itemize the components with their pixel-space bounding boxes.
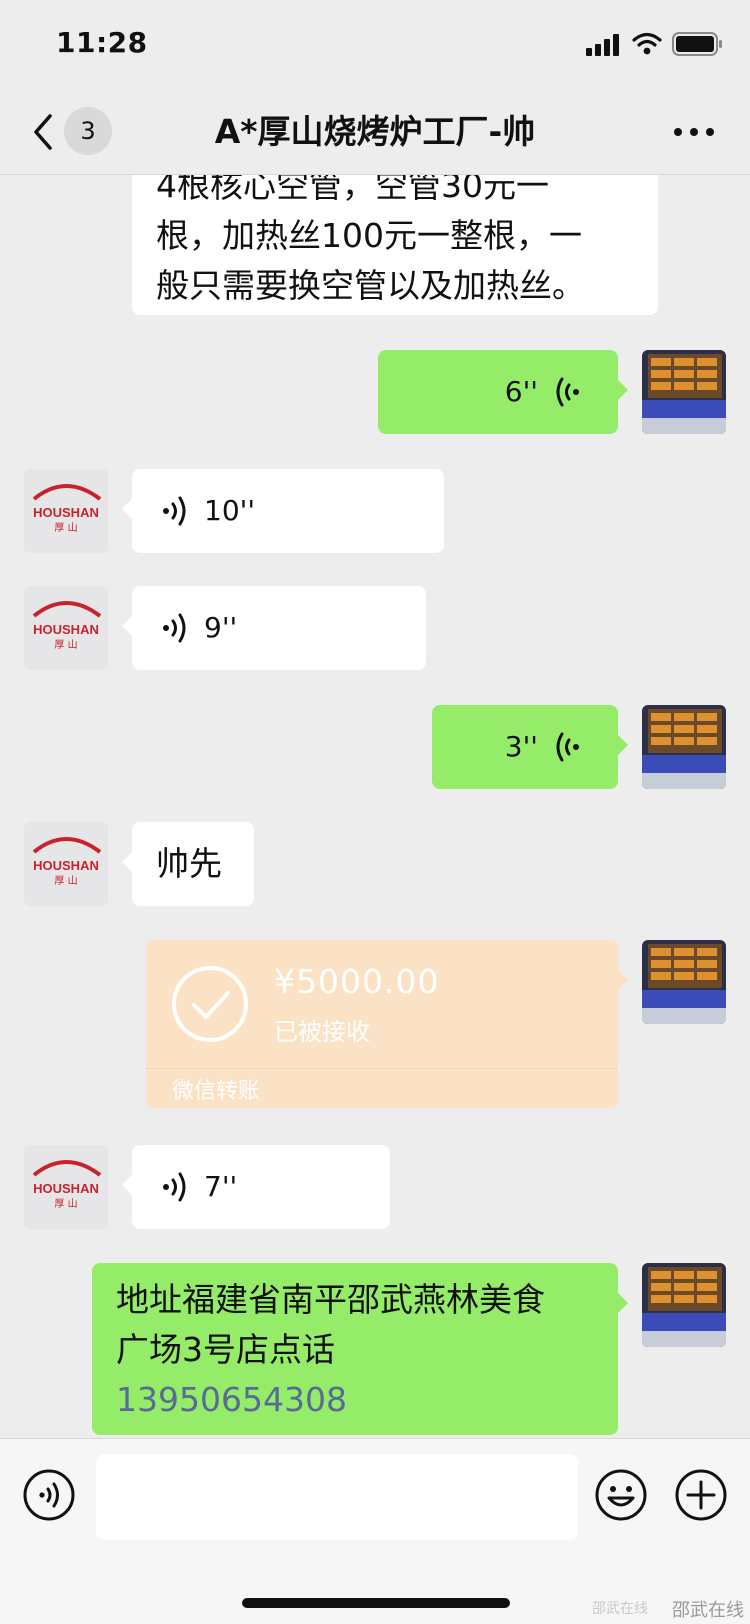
avatar-brand-cn: 厚 山 bbox=[54, 639, 77, 651]
bakery-photo-avatar bbox=[642, 705, 726, 789]
message-text-line: 4根核心空管，空管30元一 bbox=[156, 175, 549, 205]
message-text-line: 广场3号店点话 bbox=[116, 1330, 335, 1369]
voice-wave-icon bbox=[556, 732, 579, 762]
phone-number-link[interactable]: 13950654308 bbox=[116, 1375, 618, 1425]
wechat-transfer-card[interactable]: ¥5000.00 已被接收 微信转账 bbox=[146, 940, 628, 1108]
watermark: 邵武在线 bbox=[672, 1600, 744, 1621]
voice-duration: 9'' bbox=[204, 611, 238, 644]
transfer-amount: ¥5000.00 bbox=[274, 962, 440, 1001]
message-text: 帅先 bbox=[156, 844, 222, 883]
avatar-brand-cn: 厚 山 bbox=[54, 1198, 77, 1210]
battery-icon bbox=[672, 32, 722, 56]
voice-wave-icon bbox=[163, 613, 186, 643]
outgoing-voice-bubble[interactable]: 3'' bbox=[432, 705, 628, 789]
message-text-line: 地址福建省南平邵武燕林美食 bbox=[116, 1280, 545, 1319]
contact-avatar[interactable]: HOUSHAN 厚 山 bbox=[24, 822, 108, 906]
avatar-brand-en: HOUSHAN bbox=[33, 858, 99, 873]
emoji-icon[interactable] bbox=[594, 1468, 648, 1522]
plus-icon[interactable] bbox=[674, 1468, 728, 1522]
transfer-status: 已被接收 bbox=[274, 1018, 370, 1046]
avatar-brand-cn: 厚 山 bbox=[54, 875, 77, 887]
wifi-icon bbox=[632, 32, 662, 55]
unread-count-badge[interactable]: 3 bbox=[64, 107, 112, 155]
houshan-logo-avatar: HOUSHAN 厚 山 bbox=[24, 586, 108, 670]
incoming-voice-bubble[interactable]: 10'' bbox=[122, 469, 444, 553]
message-text-line: 般只需要换空管以及加热丝。 bbox=[156, 266, 585, 305]
watermark-faint: 邵武在线 bbox=[592, 1601, 648, 1617]
contact-avatar[interactable]: HOUSHAN 厚 山 bbox=[24, 1145, 108, 1229]
chat-scroll-area[interactable]: 4根核心空管，空管30元一 根，加热丝100元一整根，一 般只需要换空管以及加热… bbox=[0, 175, 750, 1438]
back-chevron-icon[interactable] bbox=[28, 112, 58, 152]
check-circle-icon bbox=[172, 966, 248, 1042]
message-input[interactable] bbox=[96, 1454, 578, 1540]
incoming-voice-bubble[interactable]: 9'' bbox=[122, 586, 426, 670]
avatar-brand-en: HOUSHAN bbox=[33, 622, 99, 637]
voice-duration: 6'' bbox=[504, 375, 538, 408]
my-avatar[interactable] bbox=[642, 940, 726, 1024]
transfer-divider bbox=[146, 1068, 618, 1069]
my-avatar[interactable] bbox=[642, 350, 726, 434]
voice-duration: 10'' bbox=[204, 494, 256, 527]
cellular-signal-icon bbox=[586, 34, 619, 56]
transfer-brand-label: 微信转账 bbox=[172, 1079, 261, 1104]
contact-avatar[interactable]: HOUSHAN 厚 山 bbox=[24, 586, 108, 670]
outgoing-voice-bubble[interactable]: 6'' bbox=[378, 350, 628, 434]
contact-avatar[interactable]: HOUSHAN 厚 山 bbox=[24, 469, 108, 553]
bakery-photo-avatar bbox=[642, 350, 726, 434]
voice-wave-icon bbox=[163, 496, 186, 526]
message-text-line: 根，加热丝100元一整根，一 bbox=[156, 216, 582, 255]
my-avatar[interactable] bbox=[642, 705, 726, 789]
houshan-logo-avatar: HOUSHAN 厚 山 bbox=[24, 822, 108, 906]
houshan-logo-avatar: HOUSHAN 厚 山 bbox=[24, 1145, 108, 1229]
input-bar-divider bbox=[0, 1438, 750, 1439]
status-time: 11:28 bbox=[56, 26, 148, 59]
outgoing-text-bubble: 地址福建省南平邵武燕林美食 广场3号店点话 13950654308 bbox=[92, 1263, 628, 1435]
voice-input-toggle-icon[interactable] bbox=[22, 1468, 76, 1522]
more-options-icon[interactable] bbox=[670, 112, 718, 152]
incoming-voice-bubble[interactable]: 7'' bbox=[122, 1145, 390, 1229]
incoming-text-bubble: 4根核心空管，空管30元一 根，加热丝100元一整根，一 般只需要换空管以及加热… bbox=[132, 175, 658, 315]
incoming-text-bubble: 帅先 bbox=[122, 822, 254, 906]
my-avatar[interactable] bbox=[642, 1263, 726, 1347]
chat-title: A*厚山烧烤炉工厂-帅 bbox=[214, 112, 536, 151]
voice-wave-icon bbox=[163, 1172, 186, 1202]
voice-duration: 7'' bbox=[204, 1170, 238, 1203]
avatar-brand-en: HOUSHAN bbox=[33, 505, 99, 520]
avatar-brand-cn: 厚 山 bbox=[54, 522, 77, 534]
voice-wave-icon bbox=[556, 377, 579, 407]
bakery-photo-avatar bbox=[642, 1263, 726, 1347]
voice-duration: 3'' bbox=[504, 730, 538, 763]
houshan-logo-avatar: HOUSHAN 厚 山 bbox=[24, 469, 108, 553]
bakery-photo-avatar bbox=[642, 940, 726, 1024]
home-indicator bbox=[242, 1598, 510, 1608]
avatar-brand-en: HOUSHAN bbox=[33, 1181, 99, 1196]
